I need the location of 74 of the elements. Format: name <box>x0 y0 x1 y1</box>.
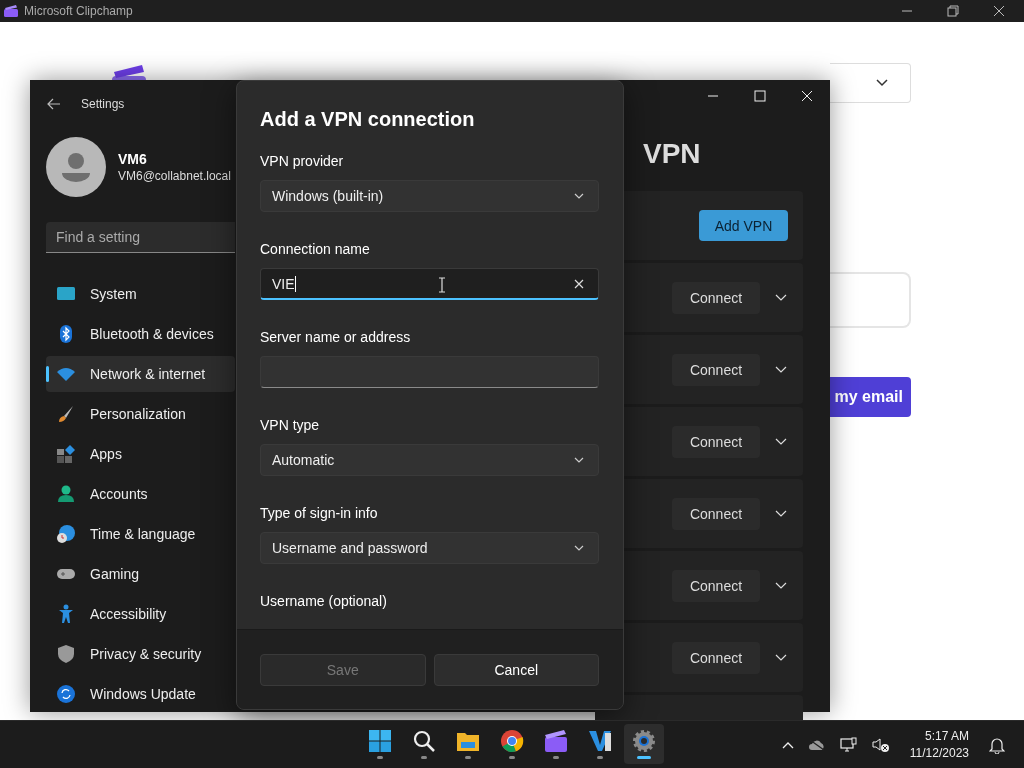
clock[interactable]: 5:17 AM 11/12/2023 <box>909 729 969 760</box>
dialog-title: Add a VPN connection <box>260 108 476 132</box>
person-icon <box>56 484 76 504</box>
dropdown[interactable]: Windows (built-in) <box>260 180 599 212</box>
bell-icon[interactable] <box>989 735 1005 754</box>
chevron-down-icon[interactable] <box>775 653 787 662</box>
user-name: VM6 <box>118 151 148 167</box>
globe-clock-icon <box>56 524 76 544</box>
clapperboard-icon <box>4 5 18 17</box>
chevron-down-icon <box>876 79 888 87</box>
text-cursor-icon <box>438 277 446 293</box>
settings-icon <box>632 729 656 753</box>
clapperboard-icon <box>544 729 568 753</box>
cloud-icon[interactable] <box>807 738 826 751</box>
video-editor-icon <box>588 729 612 753</box>
nav-item[interactable]: Gaming <box>46 556 235 592</box>
nav-item[interactable]: Windows Update <box>46 676 235 712</box>
field-label: Server name or address <box>260 329 412 347</box>
nav-item[interactable]: Accounts <box>46 476 235 512</box>
chevron-down-icon <box>574 457 584 463</box>
connect-button[interactable]: Connect <box>672 569 760 602</box>
speaker-muted-icon[interactable] <box>871 736 890 753</box>
connect-button[interactable]: Connect <box>672 281 760 314</box>
chevron-down-icon[interactable] <box>775 365 787 374</box>
apps-icon <box>56 444 76 464</box>
sync-icon <box>56 684 76 704</box>
chevron-down-icon[interactable] <box>775 293 787 302</box>
shield-icon <box>56 644 76 664</box>
connect-button[interactable]: Connect <box>672 353 760 386</box>
email-button[interactable]: my email <box>830 377 911 417</box>
chevron-down-icon <box>574 193 584 199</box>
chevron-down-icon[interactable] <box>775 509 787 518</box>
nav-item[interactable]: Privacy & security <box>46 636 235 672</box>
input-field[interactable]: VIE <box>260 268 599 300</box>
connect-button[interactable]: Connect <box>672 497 760 530</box>
nav-item[interactable]: Apps <box>46 436 235 472</box>
input-field[interactable] <box>260 356 599 388</box>
network-icon[interactable] <box>839 736 858 753</box>
browser-icon <box>500 729 524 753</box>
taskbar-button[interactable] <box>624 724 664 764</box>
connect-button[interactable]: Connect <box>672 425 760 458</box>
add-vpn-button[interactable]: Add VPN <box>699 210 788 241</box>
page-title: VPN <box>643 138 702 171</box>
dropdown[interactable]: Username and password <box>260 532 599 564</box>
nav-item[interactable]: Personalization <box>46 396 235 432</box>
window-title: Microsoft Clipchamp <box>24 4 133 18</box>
chevron-up-icon[interactable] <box>781 740 794 749</box>
dialog-button[interactable]: Cancel <box>433 654 599 686</box>
field-label: VPN provider <box>260 153 345 171</box>
chevron-down-icon[interactable] <box>775 581 787 590</box>
clear-icon[interactable] <box>574 278 584 289</box>
nav-item[interactable]: Accessibility <box>46 596 235 632</box>
nav-item[interactable]: Time & language <box>46 516 235 552</box>
avatar <box>46 137 106 197</box>
nav-item[interactable]: System <box>46 276 235 312</box>
maximize-icon[interactable] <box>754 90 766 102</box>
windows-logo-icon <box>368 729 392 753</box>
nav-item[interactable]: Bluetooth & devices <box>46 316 235 352</box>
chevron-down-icon[interactable] <box>775 437 787 446</box>
field-label: Type of sign-in info <box>260 505 379 523</box>
app-title: Settings <box>81 97 125 111</box>
connect-button[interactable]: Connect <box>672 641 760 674</box>
restore-icon[interactable] <box>947 5 959 17</box>
user-email: VM6@collabnet.local <box>118 169 231 183</box>
field-label: Username (optional) <box>260 593 388 611</box>
field-label: Connection name <box>260 241 371 259</box>
nav-item[interactable]: Network & internet <box>46 356 235 392</box>
dropdown[interactable]: Automatic <box>260 444 599 476</box>
field-label: VPN type <box>260 417 321 435</box>
close-icon[interactable] <box>993 5 1005 17</box>
back-arrow-icon[interactable] <box>47 98 61 110</box>
search-icon <box>412 729 436 753</box>
search-field[interactable]: Find a setting <box>46 222 235 253</box>
chevron-down-icon <box>574 545 584 551</box>
